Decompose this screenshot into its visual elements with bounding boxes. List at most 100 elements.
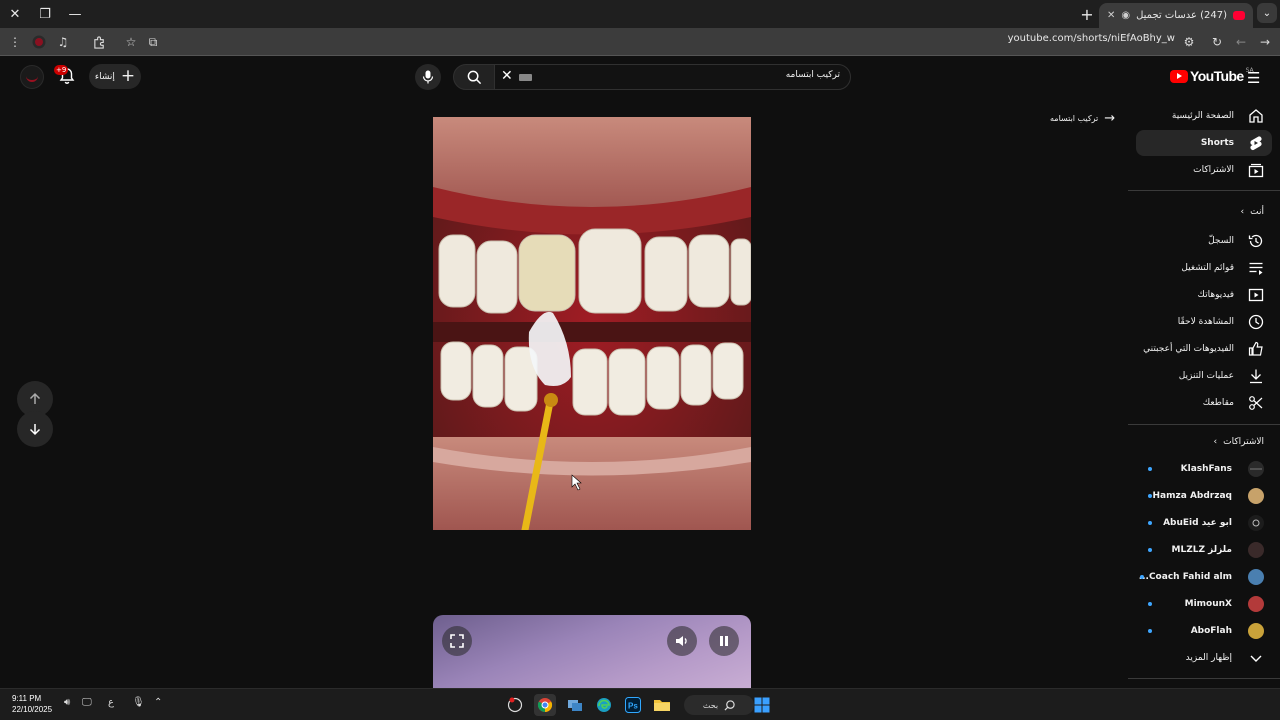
- share-icon[interactable]: ⧉: [144, 33, 162, 51]
- logo-text: YouTube: [1190, 68, 1244, 84]
- next-short-preview[interactable]: [433, 615, 751, 690]
- profile-icon[interactable]: [30, 33, 48, 51]
- channel-name: KlashFans: [1180, 464, 1232, 474]
- search-value: تركيب ابتسامه: [785, 70, 840, 80]
- site-settings-icon[interactable]: ⚙: [1180, 33, 1198, 51]
- show-more-button[interactable]: إظهار المزيد: [1136, 645, 1272, 671]
- subscription-mimounx[interactable]: MimounX: [1136, 591, 1272, 617]
- sidebar-item-playlists[interactable]: قوائم التشغيل: [1136, 255, 1272, 281]
- sidebar-item-home[interactable]: الصفحة الرئيسية: [1136, 103, 1272, 129]
- clock-date: 22/10/2025: [12, 705, 53, 714]
- subscription-mlzlz[interactable]: ملزلز MLZLZ: [1136, 537, 1272, 563]
- masthead: ☰ YouTube SA تركيب ابتسامه ✕ إنشاء + +9: [0, 56, 1280, 100]
- search-icon: [467, 70, 481, 84]
- plus-icon: +: [120, 66, 136, 86]
- speaker-icon[interactable]: 🔊︎: [64, 697, 70, 708]
- photoshop-icon[interactable]: Ps: [622, 694, 644, 716]
- history-icon: [1248, 234, 1263, 248]
- new-tab-button[interactable]: +: [1077, 4, 1097, 24]
- channel-avatar: [1248, 542, 1264, 558]
- input-language[interactable]: ع: [108, 697, 114, 708]
- clock-time: 9:11 PM: [12, 694, 42, 703]
- subscription-coach-fahid[interactable]: Coach Fahid alm...: [1136, 564, 1272, 590]
- subscription-hamza-abdrzaq[interactable]: Hamza Abdrzaq: [1136, 483, 1272, 509]
- edge-icon[interactable]: [593, 694, 615, 716]
- sidebar-divider: [1128, 678, 1280, 679]
- tray-overflow-icon[interactable]: ⌃: [154, 697, 162, 708]
- microphone-tray-icon[interactable]: 🎙︎: [132, 697, 145, 708]
- account-avatar[interactable]: [20, 65, 44, 89]
- media-control-icon[interactable]: ♫: [54, 33, 72, 51]
- channel-name: ملزلز MLZLZ: [1171, 545, 1232, 555]
- system-clock[interactable]: 9:11 PM 22/10/2025: [12, 693, 52, 715]
- sidebar-item-label: عمليات التنزيل: [1178, 371, 1234, 381]
- shorts-icon: [1250, 136, 1262, 151]
- taskbar-search[interactable]: بحث: [684, 695, 754, 715]
- notifications-badge: +9: [54, 65, 69, 75]
- subscription-klashfans[interactable]: KlashFans: [1136, 456, 1272, 482]
- home-icon: [1249, 109, 1263, 123]
- new-content-dot: [1148, 467, 1152, 471]
- sidebar-item-clips[interactable]: مقاطعك: [1136, 390, 1272, 416]
- task-view-icon[interactable]: [564, 694, 586, 716]
- voice-search-button[interactable]: [415, 64, 441, 90]
- sidebar-item-history[interactable]: السجلّ: [1136, 228, 1272, 254]
- youtube-logo[interactable]: YouTube SA: [1170, 67, 1254, 84]
- browser-tab[interactable]: (247) عدسات تجميل الاسنان ◉ ✕: [1099, 3, 1253, 28]
- subscription-aboflah[interactable]: AboFlah: [1136, 618, 1272, 644]
- sidebar-item-your-videos[interactable]: فيديوهاتك: [1136, 282, 1272, 308]
- create-button[interactable]: إنشاء +: [89, 64, 141, 89]
- bookmark-star-icon[interactable]: ☆: [122, 33, 140, 51]
- sidebar-item-watch-later[interactable]: المشاهدة لاحقًا: [1136, 309, 1272, 335]
- channel-avatar: [1248, 461, 1264, 477]
- you-section-header[interactable]: أنت ›: [1241, 207, 1264, 217]
- taskbar-search-label: بحث: [702, 700, 719, 710]
- fullscreen-button[interactable]: [442, 626, 472, 656]
- sidebar-item-subscriptions[interactable]: الاشتراكات: [1136, 157, 1272, 183]
- sidebar-item-shorts[interactable]: Shorts: [1136, 130, 1272, 156]
- youtube-play-icon: [1170, 69, 1188, 83]
- tab-audio-icon[interactable]: ◉: [1121, 10, 1130, 21]
- address-bar[interactable]: youtube.com/shorts/niEfAoBhy_w: [860, 33, 1175, 51]
- next-short-button[interactable]: [17, 411, 53, 447]
- shorts-video[interactable]: [433, 117, 751, 530]
- minimize-window-icon[interactable]: —: [62, 2, 88, 26]
- tab-search-button[interactable]: ⌄: [1257, 3, 1277, 23]
- channel-avatar: [1248, 623, 1264, 639]
- sidebar-item-label: الاشتراكات: [1193, 165, 1234, 175]
- search-input[interactable]: تركيب ابتسامه ✕: [494, 64, 851, 90]
- sidebar-divider: [1128, 190, 1280, 191]
- close-window-icon[interactable]: ✕: [2, 2, 28, 26]
- sidebar-item-label: فيديوهاتك: [1197, 290, 1234, 300]
- clear-search-icon[interactable]: ✕: [501, 68, 513, 84]
- subscriptions-section-header[interactable]: الاشتراكات ›: [1214, 437, 1264, 447]
- svg-text:Ps: Ps: [628, 702, 638, 711]
- sidebar-item-label: الصفحة الرئيسية: [1171, 111, 1234, 121]
- restore-window-icon[interactable]: ❐: [32, 2, 58, 26]
- reload-icon[interactable]: ↻: [1208, 33, 1226, 51]
- browser-menu-icon[interactable]: ⋮: [6, 33, 24, 51]
- ai-app-icon[interactable]: [504, 694, 526, 716]
- chevron-icon: ›: [1213, 437, 1218, 447]
- tab-close-icon[interactable]: ✕: [1107, 10, 1115, 21]
- chrome-icon[interactable]: [534, 694, 556, 716]
- volume-button[interactable]: [667, 626, 697, 656]
- new-content-dot: [1148, 548, 1152, 552]
- network-icon[interactable]: 🖵︎: [82, 697, 92, 708]
- subscription-abueid[interactable]: ابو عيد AbuEid: [1136, 510, 1272, 536]
- search-button[interactable]: [453, 64, 495, 90]
- extensions-icon[interactable]: [90, 33, 108, 51]
- section-title: أنت: [1250, 207, 1264, 217]
- section-title: الاشتراكات: [1223, 437, 1264, 447]
- start-menu-icon[interactable]: [751, 694, 773, 716]
- chevron-icon: ›: [1240, 207, 1245, 217]
- back-icon[interactable]: →: [1256, 33, 1274, 51]
- sidebar-item-downloads[interactable]: عمليات التنزيل: [1136, 363, 1272, 389]
- windows-taskbar: 9:11 PM 22/10/2025 🔊︎ 🖵︎ ع 🎙︎ ⌃ Ps بحث: [0, 688, 1280, 720]
- keyboard-icon[interactable]: [519, 74, 532, 81]
- forward-icon[interactable]: ←: [1232, 33, 1250, 51]
- file-explorer-icon[interactable]: [651, 694, 673, 716]
- pause-button[interactable]: [709, 626, 739, 656]
- related-search-link[interactable]: → تركيب ابتسامه: [1050, 111, 1115, 126]
- sidebar-item-liked-videos[interactable]: الفيديوهات التي أعجبتني: [1136, 336, 1272, 362]
